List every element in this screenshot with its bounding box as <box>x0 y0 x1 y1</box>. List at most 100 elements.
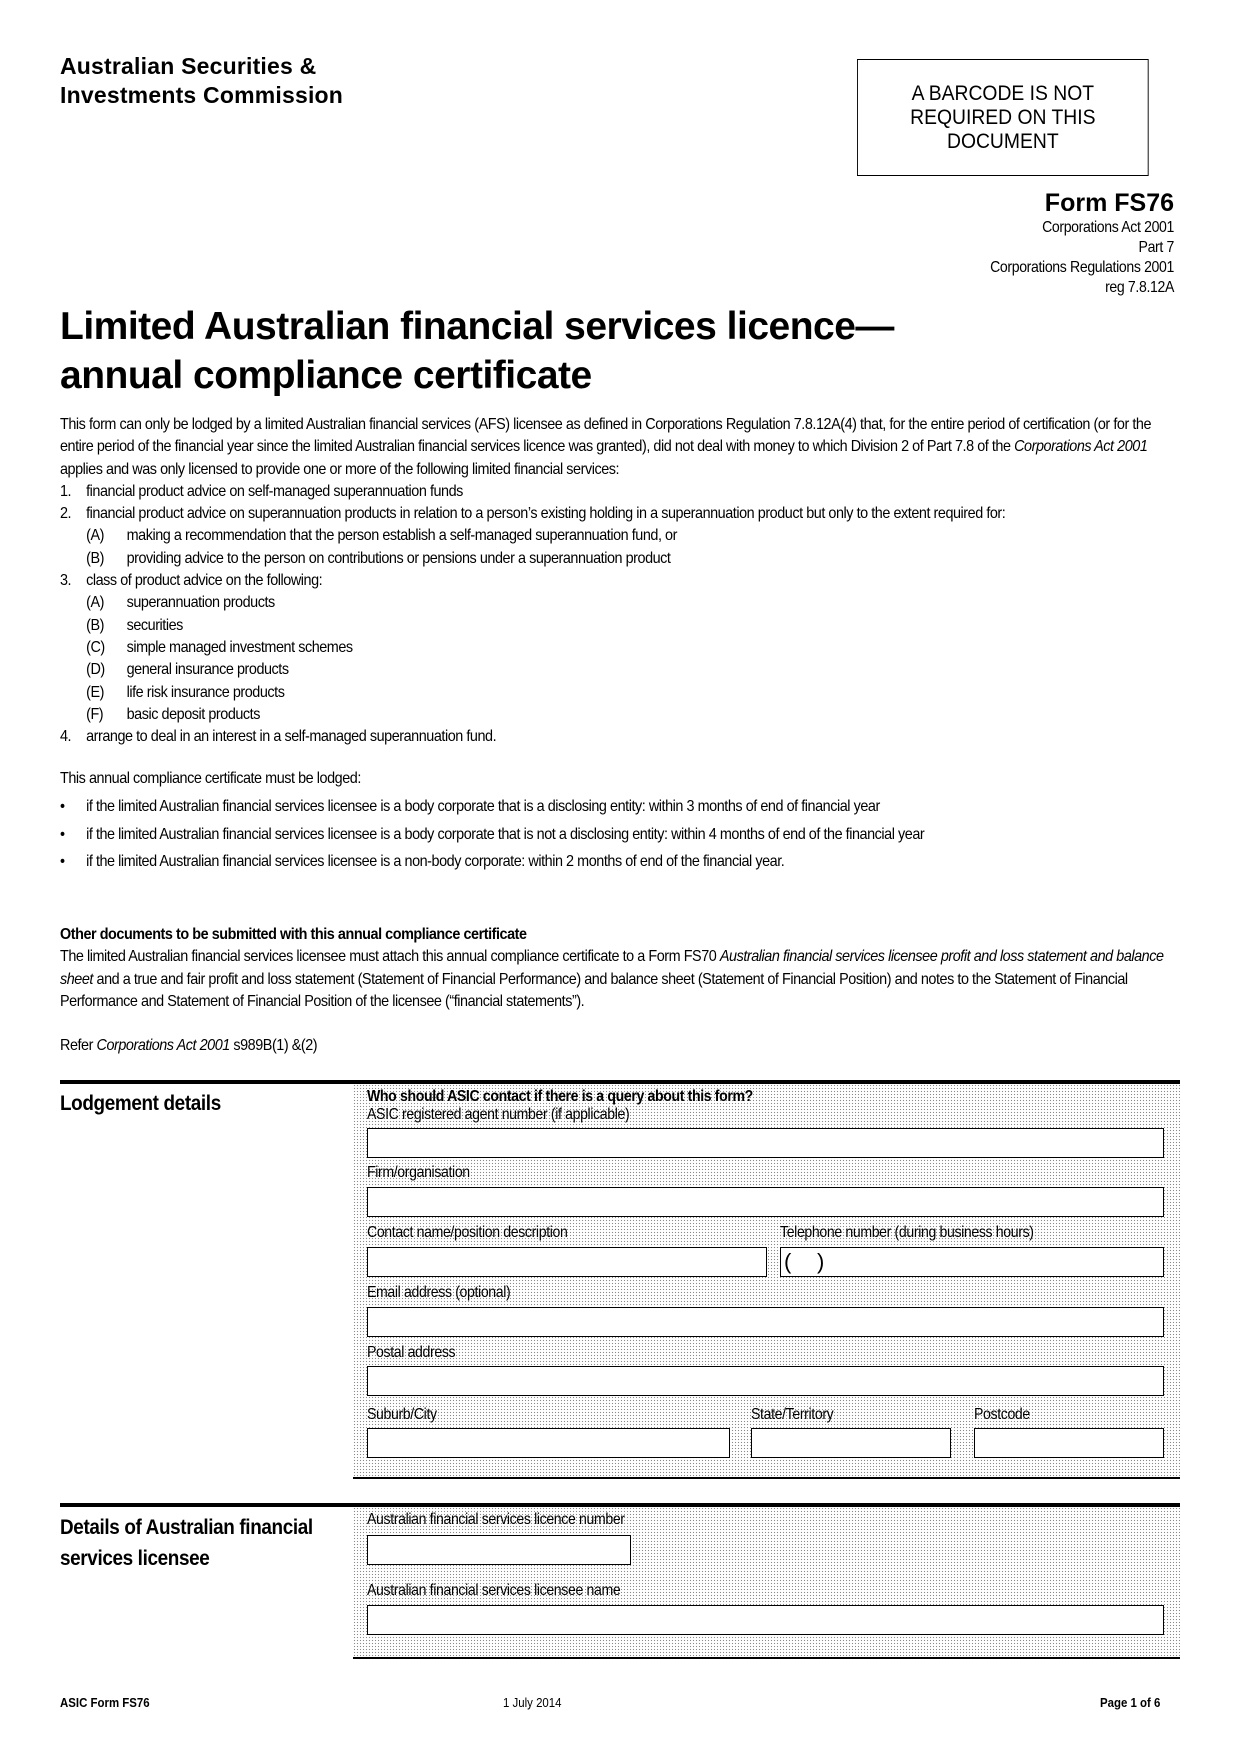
licence-number-label: Australian financial services licence nu… <box>367 1511 625 1528</box>
service-item-number: 4. <box>60 728 72 746</box>
service-sub-item-text: superannuation products <box>126 594 276 612</box>
lodgement-timing-list: • if the limited Australian financial ser… <box>60 796 1181 874</box>
intro-paragraph: This form can only be lodged by a limite… <box>60 414 1181 481</box>
service-item-text: arrange to deal in an interest in a self… <box>86 728 497 746</box>
footer-date: 1 July 2014 <box>503 1695 562 1710</box>
intro-text: applies and was only licensed to provide… <box>60 460 620 478</box>
service-item: 3. class of product advice on the followi… <box>60 570 1181 592</box>
agent-number-input[interactable] <box>367 1128 1164 1158</box>
postcode-input[interactable] <box>974 1428 1164 1458</box>
refer-section: s989B(1) &(2) <box>229 1037 318 1054</box>
service-sub-item-text: providing advice to the person on contri… <box>126 549 671 567</box>
service-sub-item: (A) making a recommendation that the pers… <box>60 525 1181 547</box>
barcode-notice-line: A BARCODE IS NOT <box>911 81 1095 105</box>
organisation-name-line2: Investments Commission <box>60 82 344 108</box>
service-item: 2. financial product advice on superannua… <box>60 503 1181 525</box>
postal-address-label: Postal address <box>367 1344 456 1361</box>
form-identifier: Form FS76 Corporations Act 2001 Part 7 C… <box>965 188 1174 298</box>
service-sub-item-label: (A) <box>86 527 104 545</box>
agent-number-label: ASIC registered agent number (if applica… <box>367 1106 630 1123</box>
footer-form-name: ASIC Form FS76 <box>60 1695 150 1710</box>
contact-query-heading: Who should ASIC contact if there is a qu… <box>367 1088 753 1105</box>
lodgement-timing: This annual compliance certificate must … <box>60 768 1181 874</box>
organisation-name: Australian Securities & Investments Comm… <box>60 52 343 110</box>
other-documents-heading: Other documents to be submitted with thi… <box>60 926 527 943</box>
page-title-line1: Limited Australian financial services li… <box>60 305 894 348</box>
telephone-label: Telephone number (during business hours) <box>780 1224 1034 1241</box>
service-item-number: 1. <box>60 482 72 500</box>
licensee-name-label: Australian financial services licensee n… <box>367 1582 621 1599</box>
legislation-reference: Refer Corporations Act 2001 s989B(1) &(2… <box>60 1035 1181 1057</box>
lodgement-timing-intro: This annual compliance certificate must … <box>60 770 361 787</box>
service-sub-item-label: (B) <box>86 549 104 567</box>
service-item-text: class of product advice on the following… <box>86 572 323 590</box>
intro-section: This form can only be lodged by a limite… <box>60 414 1181 748</box>
service-item: 4. arrange to deal in an interest in a se… <box>60 726 1181 748</box>
page-title: Limited Australian financial services li… <box>60 302 894 400</box>
legislation-ref: Part 7 <box>1138 239 1175 256</box>
service-sub-item: (B) securities <box>60 615 1181 637</box>
firm-input[interactable] <box>367 1187 1164 1217</box>
service-item-text: financial product advice on self-managed… <box>86 482 463 500</box>
area-code-open-bracket: ( <box>784 1249 792 1274</box>
lodgement-timing-item: • if the limited Australian financial ser… <box>60 851 1181 873</box>
refer-text: Refer <box>60 1037 97 1054</box>
email-label: Email address (optional) <box>367 1284 511 1301</box>
other-documents-text-part: The limited Australian financial service… <box>60 948 720 966</box>
section-label-lodgement-details: Lodgement details <box>60 1092 221 1115</box>
legislation-ref: Corporations Act 2001 <box>1042 219 1174 236</box>
bullet-icon: • <box>60 825 65 843</box>
intro-act-name: Corporations Act 2001 <box>1014 438 1148 456</box>
lodgement-timing-text: if the limited Australian financial serv… <box>86 825 925 843</box>
lodgement-timing-item: • if the limited Australian financial ser… <box>60 824 1181 846</box>
service-sub-item-text: securities <box>126 616 184 634</box>
bullet-icon: • <box>60 853 65 871</box>
suburb-input[interactable] <box>367 1428 730 1458</box>
postal-address-input[interactable] <box>367 1366 1164 1396</box>
organisation-name-line1: Australian Securities & <box>60 53 317 79</box>
services-list: 1. financial product advice on self-manag… <box>60 481 1181 749</box>
page-title-line2: annual compliance certificate <box>60 354 592 397</box>
refer-act-name: Corporations Act 2001 <box>96 1037 231 1054</box>
service-sub-item-label: (C) <box>86 638 105 656</box>
form-number: Form FS76 <box>1044 189 1174 217</box>
barcode-notice-line: DOCUMENT <box>947 129 1059 153</box>
footer-page-number: Page 1 of 6 <box>1100 1695 1161 1710</box>
service-sub-item-label: (F) <box>86 705 104 723</box>
service-sub-item-text: life risk insurance products <box>126 683 285 701</box>
licence-number-input[interactable] <box>367 1535 631 1565</box>
contact-name-label: Contact name/position description <box>367 1224 568 1241</box>
service-sub-item-label: (B) <box>86 616 104 634</box>
other-documents-text: The limited Australian financial service… <box>60 946 1181 1013</box>
other-documents-text-part: and a true and fair profit and loss stat… <box>60 970 1128 1010</box>
lodgement-timing-item: • if the limited Australian financial ser… <box>60 796 1181 818</box>
contact-name-input[interactable] <box>367 1247 767 1277</box>
postcode-label: Postcode <box>974 1406 1030 1423</box>
service-sub-item-text: making a recommendation that the person … <box>126 527 678 545</box>
service-sub-item: (C) simple managed investment schemes <box>60 637 1181 659</box>
licensee-name-input[interactable] <box>367 1605 1164 1635</box>
legislation-ref: Corporations Regulations 2001 <box>990 259 1174 276</box>
lodgement-details-panel: Who should ASIC contact if there is a qu… <box>353 1084 1180 1479</box>
other-documents: Other documents to be submitted with thi… <box>60 924 1181 1013</box>
service-item: 1. financial product advice on self-manag… <box>60 481 1181 503</box>
licensee-details-panel: Australian financial services licence nu… <box>353 1507 1180 1659</box>
bullet-icon: • <box>60 797 65 815</box>
service-sub-item-label: (A) <box>86 594 104 612</box>
service-sub-item-label: (E) <box>86 683 104 701</box>
firm-label: Firm/organisation <box>367 1164 470 1181</box>
service-sub-item: (E) life risk insurance products <box>60 682 1181 704</box>
suburb-label: Suburb/City <box>367 1406 437 1423</box>
service-sub-item-label: (D) <box>86 661 105 679</box>
lodgement-timing-text: if the limited Australian financial serv… <box>86 853 785 871</box>
lodgement-timing-text: if the limited Australian financial serv… <box>86 797 880 815</box>
service-sub-item-text: general insurance products <box>126 661 289 679</box>
service-sub-item: (B) providing advice to the person on con… <box>60 548 1181 570</box>
state-label: State/Territory <box>751 1406 834 1423</box>
area-code-close-bracket: ) <box>817 1249 825 1274</box>
service-item-text: financial product advice on superannuati… <box>86 505 1006 523</box>
service-sub-item-text: simple managed investment schemes <box>126 638 354 656</box>
email-input[interactable] <box>367 1307 1164 1337</box>
state-input[interactable] <box>751 1428 951 1458</box>
telephone-input[interactable]: ( ) <box>780 1247 1164 1277</box>
